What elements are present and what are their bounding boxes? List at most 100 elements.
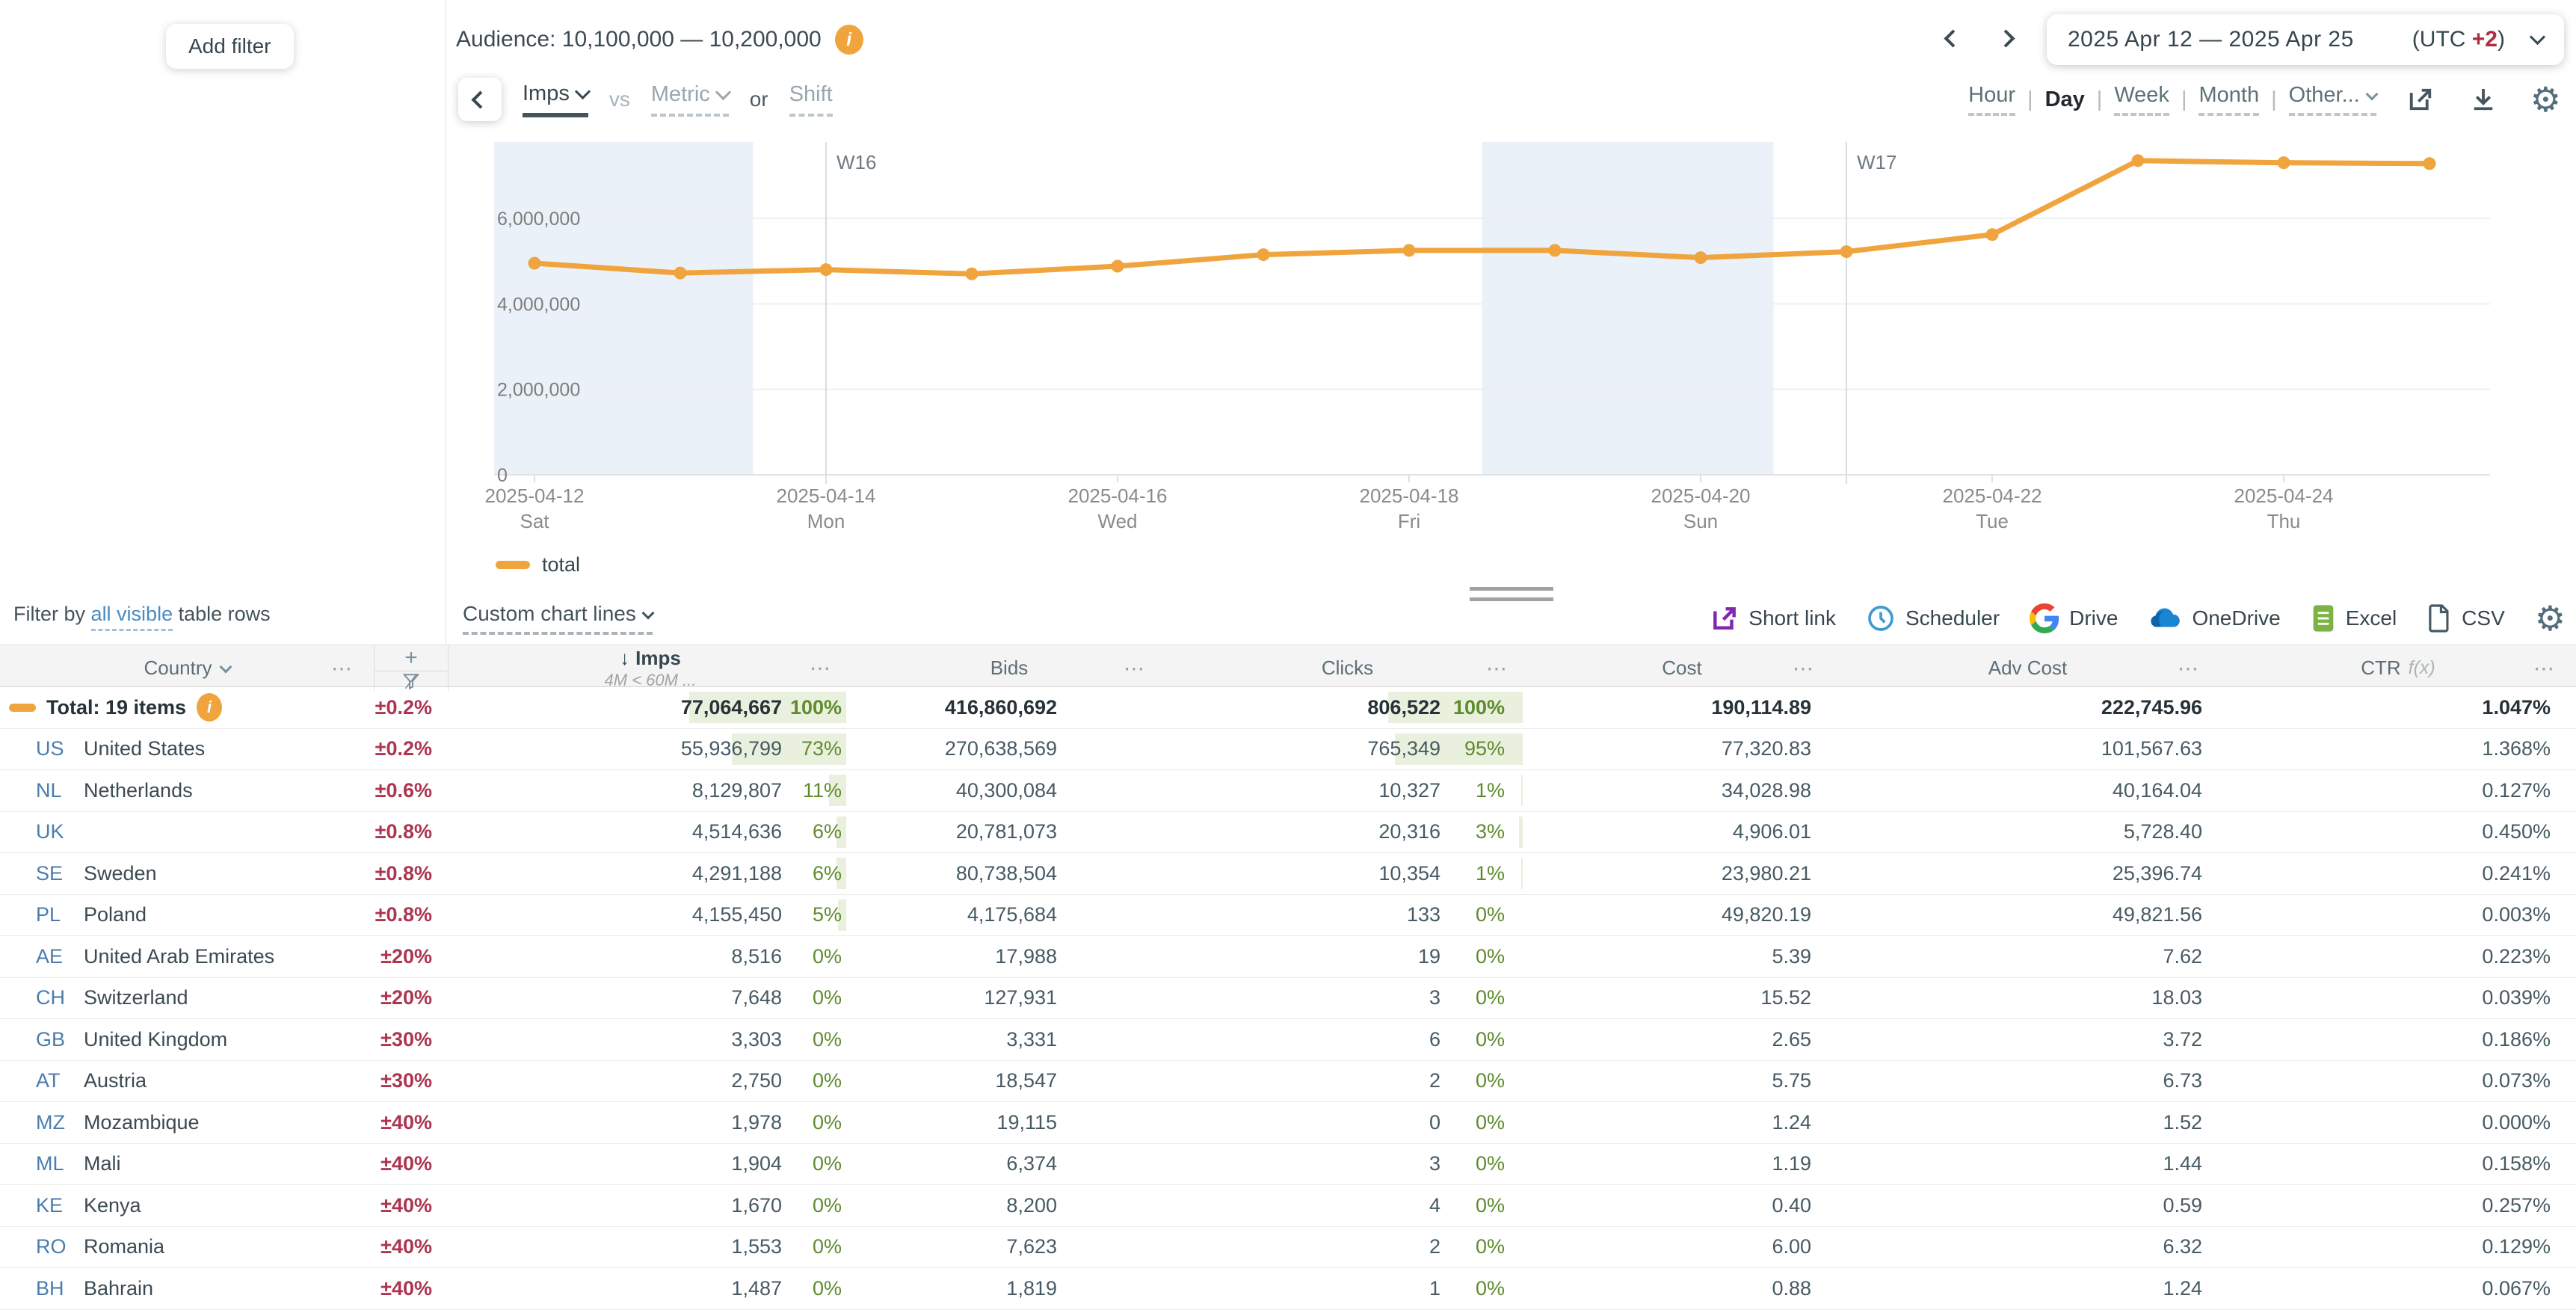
prev-period-button[interactable] xyxy=(1941,26,1965,53)
table-row[interactable]: MLMali±40%1,9040%6,37430%1.191.440.158% xyxy=(0,1144,2576,1186)
country-code[interactable]: PL xyxy=(36,903,84,926)
bids-cell: 40,300,084 xyxy=(852,770,1166,811)
shift-selector[interactable]: Shift xyxy=(789,82,833,117)
column-header-ctr[interactable]: CTRf(x) ⋯ xyxy=(2220,645,2576,691)
imps-cell: 1,9780% xyxy=(449,1102,852,1143)
country-name: Bahrain xyxy=(84,1277,153,1300)
column-menu-icon[interactable]: ⋯ xyxy=(1486,656,1508,680)
country-code[interactable]: AT xyxy=(36,1069,84,1092)
column-menu-icon[interactable]: ⋯ xyxy=(331,656,353,680)
short-link-button[interactable]: Short link xyxy=(1710,604,1836,633)
bids-cell: 4,175,684 xyxy=(852,895,1166,936)
clicks-cell: 806,522100% xyxy=(1166,687,1529,728)
column-menu-icon[interactable]: ⋯ xyxy=(1124,656,1145,680)
metric-secondary-selector[interactable]: Metric xyxy=(651,82,729,117)
granularity-day[interactable]: Day xyxy=(2045,87,2085,112)
filter-funnel-icon[interactable] xyxy=(375,671,448,691)
table-row[interactable]: USUnited States±0.2%55,936,79973%270,638… xyxy=(0,729,2576,771)
bids-cell: 1,819 xyxy=(852,1268,1166,1309)
all-visible-link[interactable]: all visible xyxy=(91,603,173,631)
clicks-cell: 1330% xyxy=(1166,895,1529,936)
column-menu-icon[interactable]: ⋯ xyxy=(2533,656,2555,680)
column-header-cost[interactable]: Cost ⋯ xyxy=(1529,645,1835,691)
column-header-adv-cost[interactable]: Adv Cost ⋯ xyxy=(1835,645,2220,691)
table-settings-button[interactable]: ⚙ xyxy=(2535,601,2566,636)
country-code[interactable]: RO xyxy=(36,1235,84,1258)
adv-cost-cell: 18.03 xyxy=(1835,978,2220,1019)
table-row[interactable]: SESweden±0.8%4,291,1886%80,738,50410,354… xyxy=(0,853,2576,895)
country-code[interactable]: CH xyxy=(36,986,84,1009)
country-name: Romania xyxy=(84,1235,164,1258)
ctr-cell: 0.073% xyxy=(2220,1061,2576,1102)
imps-cell: 8,129,80711% xyxy=(449,770,852,811)
table-row[interactable]: RORomania±40%1,5530%7,62320%6.006.320.12… xyxy=(0,1227,2576,1269)
table-row[interactable]: ATAustria±30%2,7500%18,54720%5.756.730.0… xyxy=(0,1061,2576,1103)
imps-cell: 1,9040% xyxy=(449,1144,852,1185)
granularity-month[interactable]: Month xyxy=(2198,83,2259,116)
drive-button[interactable]: Drive xyxy=(2030,603,2118,633)
info-icon[interactable]: i xyxy=(835,25,863,55)
country-code[interactable]: NL xyxy=(36,779,84,802)
country-code[interactable]: UK xyxy=(36,820,84,843)
table-row[interactable]: UK±0.8%4,514,6366%20,781,07320,3163%4,90… xyxy=(0,812,2576,854)
table-row[interactable]: MZMozambique±40%1,9780%19,11500%1.241.52… xyxy=(0,1102,2576,1144)
custom-chart-lines-selector[interactable]: Custom chart lines xyxy=(463,602,653,635)
excel-button[interactable]: Excel xyxy=(2311,603,2397,633)
ctr-cell: 0.039% xyxy=(2220,978,2576,1019)
date-range-picker[interactable]: 2025 Apr 12 — 2025 Apr 25 (UTC +2) xyxy=(2047,14,2564,65)
table-row[interactable]: BHBahrain±40%1,4870%1,81910%0.881.240.06… xyxy=(0,1268,2576,1310)
ctr-cell: 0.127% xyxy=(2220,770,2576,811)
add-filter-button[interactable]: Add filter xyxy=(166,24,294,69)
granularity-week[interactable]: Week xyxy=(2114,83,2169,116)
next-period-button[interactable] xyxy=(1994,26,2018,53)
table-row[interactable]: CHSwitzerland±20%7,6480%127,93130%15.521… xyxy=(0,978,2576,1020)
granularity-hour[interactable]: Hour xyxy=(1968,83,2015,116)
country-code[interactable]: GB xyxy=(36,1028,84,1051)
column-menu-icon[interactable]: ⋯ xyxy=(810,658,831,679)
bids-cell: 416,860,692 xyxy=(852,687,1166,728)
table-row[interactable]: PLPoland±0.8%4,155,4505%4,175,6841330%49… xyxy=(0,895,2576,937)
country-cell: MLMali xyxy=(0,1144,374,1185)
imps-cell: 1,4870% xyxy=(449,1268,852,1309)
granularity-other[interactable]: Other... xyxy=(2289,83,2376,116)
chevron-down-icon xyxy=(219,660,232,673)
country-code[interactable]: ML xyxy=(36,1152,84,1175)
country-code[interactable]: KE xyxy=(36,1194,84,1217)
bids-cell: 19,115 xyxy=(852,1102,1166,1143)
country-code[interactable]: AE xyxy=(36,945,84,968)
download-icon[interactable] xyxy=(2465,81,2502,118)
bids-cell: 127,931 xyxy=(852,978,1166,1019)
table-row[interactable]: AEUnited Arab Emirates±20%8,5160%17,9881… xyxy=(0,936,2576,978)
clicks-cell: 60% xyxy=(1166,1019,1529,1060)
gear-icon[interactable]: ⚙ xyxy=(2527,79,2564,120)
tolerance-cell: ±40% xyxy=(374,1185,449,1226)
country-code[interactable]: SE xyxy=(36,862,84,885)
adv-cost-cell: 222,745.96 xyxy=(1835,687,2220,728)
chart-legend[interactable]: total xyxy=(496,553,580,576)
csv-button[interactable]: CSV xyxy=(2426,603,2505,633)
onedrive-button[interactable]: OneDrive xyxy=(2148,606,2280,630)
scheduler-button[interactable]: Scheduler xyxy=(1866,603,2000,633)
column-menu-icon[interactable]: ⋯ xyxy=(1793,656,1814,680)
country-code[interactable]: MZ xyxy=(36,1111,84,1134)
table-row[interactable]: NLNetherlands±0.6%8,129,80711%40,300,084… xyxy=(0,770,2576,812)
add-column-button[interactable]: + xyxy=(375,645,448,671)
column-header-bids[interactable]: Bids ⋯ xyxy=(852,645,1166,691)
table-row[interactable]: KEKenya±40%1,6700%8,20040%0.400.590.257% xyxy=(0,1185,2576,1227)
open-in-new-icon[interactable] xyxy=(2402,81,2439,118)
column-menu-icon[interactable]: ⋯ xyxy=(2178,656,2199,680)
country-cell: MZMozambique xyxy=(0,1102,374,1143)
collapse-chart-button[interactable] xyxy=(458,78,502,121)
info-icon[interactable]: i xyxy=(197,693,222,722)
country-cell: NLNetherlands xyxy=(0,770,374,811)
column-header-imps[interactable]: ↓Imps 4M < 60M ... ⋯ xyxy=(449,645,852,691)
column-header-country[interactable]: Country ⋯ xyxy=(0,645,374,691)
country-code[interactable]: BH xyxy=(36,1277,84,1300)
column-header-clicks[interactable]: Clicks ⋯ xyxy=(1166,645,1529,691)
metric-primary-selector[interactable]: Imps xyxy=(523,82,588,117)
country-code[interactable]: US xyxy=(36,737,84,760)
bids-cell: 80,738,504 xyxy=(852,853,1166,894)
table-row-total[interactable]: Total: 19 itemsi±0.2%77,064,667100%416,8… xyxy=(0,687,2576,729)
chart-controls-row: Imps vs Metric or Shift Hour| Day| Week|… xyxy=(446,75,2576,124)
table-row[interactable]: GBUnited Kingdom±30%3,3030%3,33160%2.653… xyxy=(0,1019,2576,1061)
